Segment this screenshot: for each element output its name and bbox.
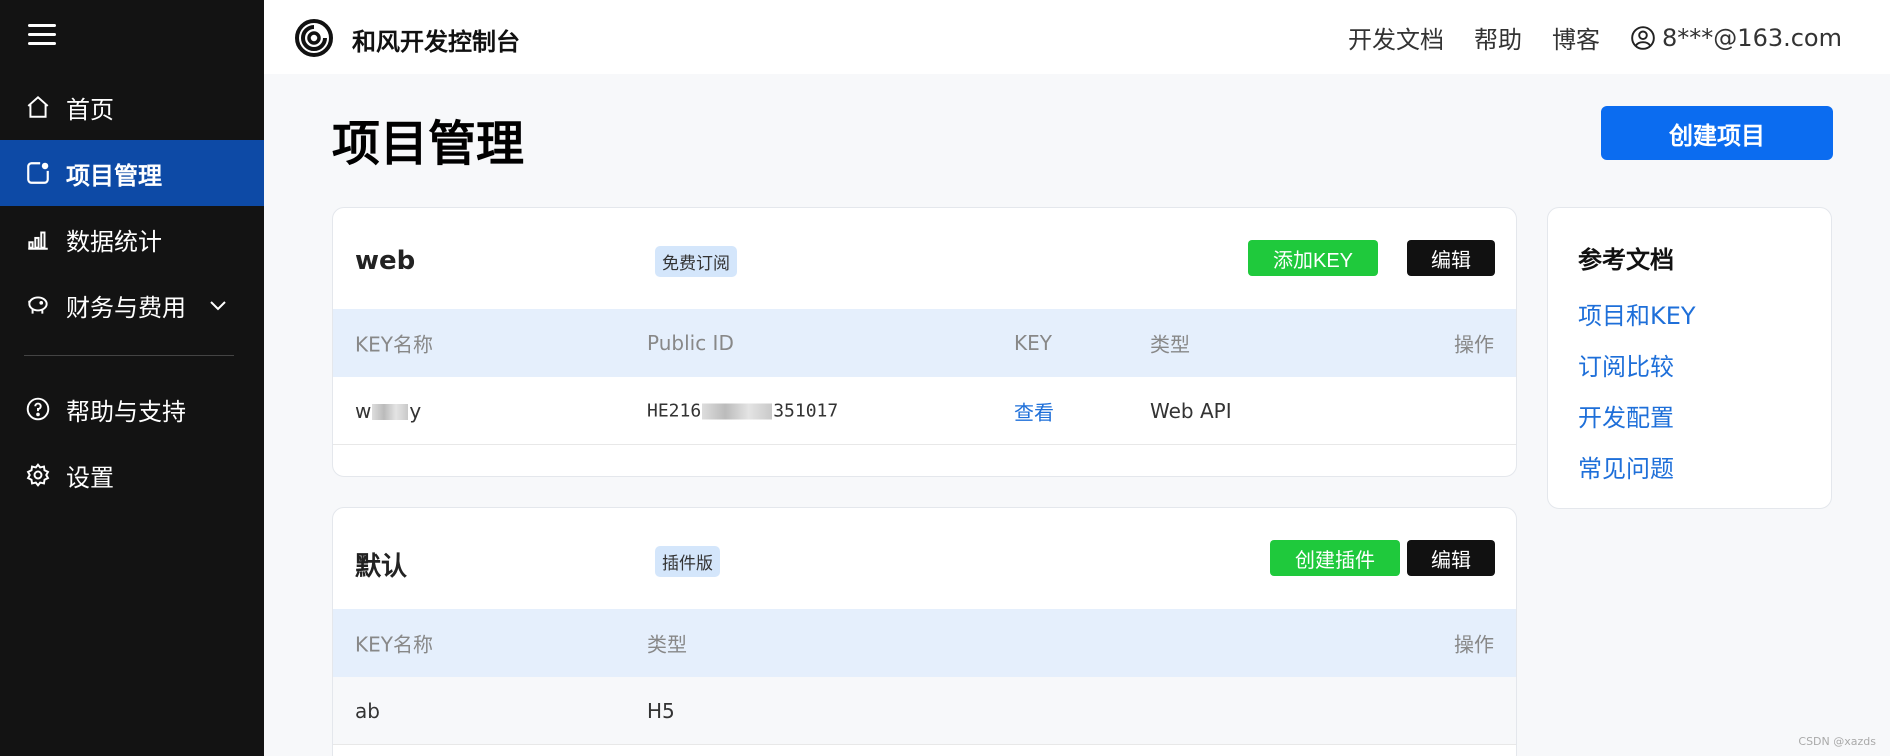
project-name: 默认 bbox=[355, 552, 408, 582]
table-row: wy HE216 351017 查看 Web API bbox=[333, 377, 1516, 445]
project-icon bbox=[24, 159, 52, 187]
type-cell: H5 bbox=[647, 698, 675, 723]
sidebar-item-label: 首页 bbox=[66, 95, 114, 124]
nav-link-docs[interactable]: 开发文档 bbox=[1348, 20, 1444, 55]
nav-link-blog[interactable]: 博客 bbox=[1552, 20, 1600, 55]
redacted-mask bbox=[702, 403, 773, 419]
key-name-prefix: w bbox=[355, 398, 372, 423]
table-header: KEY名称 Public ID KEY 类型 操作 bbox=[333, 309, 1516, 377]
column-header: 操作 bbox=[1454, 632, 1494, 657]
sidebar-item-finance[interactable]: 财务与费用 bbox=[0, 272, 264, 338]
sidebar-item-projects[interactable]: 项目管理 bbox=[0, 140, 264, 206]
project-card-web: web 免费订阅 添加KEY 编辑 KEY名称 Public ID KEY 类型… bbox=[332, 207, 1517, 477]
sidebar: 首页 项目管理 数据统计 财务与费用 帮助与支持 设置 bbox=[0, 0, 264, 756]
gear-icon bbox=[24, 461, 52, 489]
sidebar-divider bbox=[24, 355, 234, 356]
brand-title: 和风开发控制台 bbox=[352, 28, 520, 56]
column-header: 类型 bbox=[647, 632, 687, 657]
table-header: KEY名称 类型 操作 bbox=[333, 609, 1516, 677]
sidebar-item-label: 项目管理 bbox=[66, 161, 162, 190]
column-header: 操作 bbox=[1454, 332, 1494, 357]
sidebar-item-help[interactable]: 帮助与支持 bbox=[0, 376, 264, 442]
ref-link-faq[interactable]: 常见问题 bbox=[1578, 449, 1674, 484]
key-name-cell: ab bbox=[355, 698, 380, 723]
stats-icon[interactable] bbox=[1516, 398, 1517, 424]
type-cell: Web API bbox=[1150, 398, 1232, 423]
chevron-down-icon[interactable] bbox=[206, 293, 230, 317]
key-name-suffix: y bbox=[409, 398, 422, 423]
ref-link-subscription-compare[interactable]: 订阅比较 bbox=[1578, 347, 1674, 382]
menu-icon[interactable] bbox=[28, 24, 56, 48]
table-row: ab H5 bbox=[333, 677, 1516, 745]
reference-panel: 参考文档 项目和KEY 订阅比较 开发配置 常见问题 bbox=[1547, 207, 1832, 509]
sidebar-item-label: 帮助与支持 bbox=[66, 397, 186, 426]
edit-icon[interactable] bbox=[1516, 398, 1517, 424]
sidebar-item-statistics[interactable]: 数据统计 bbox=[0, 206, 264, 272]
plan-badge: 插件版 bbox=[655, 546, 720, 577]
ref-link-dev-config[interactable]: 开发配置 bbox=[1578, 398, 1674, 433]
watermark: CSDN @xazds bbox=[1798, 735, 1876, 748]
redacted-mask bbox=[372, 404, 409, 420]
help-icon bbox=[24, 395, 52, 423]
column-header: KEY bbox=[1014, 331, 1052, 355]
column-header: Public ID bbox=[647, 331, 734, 355]
edit-icon[interactable] bbox=[1516, 698, 1517, 724]
public-id-cell: HE216 351017 bbox=[647, 400, 838, 421]
user-icon bbox=[1631, 25, 1655, 50]
column-header: 类型 bbox=[1150, 332, 1190, 357]
create-project-button[interactable]: 创建项目 bbox=[1601, 106, 1833, 160]
reference-title: 参考文档 bbox=[1578, 246, 1674, 274]
add-key-button[interactable]: 添加KEY bbox=[1248, 240, 1378, 276]
user-email: 8***@163.com bbox=[1662, 23, 1842, 52]
sidebar-item-label: 财务与费用 bbox=[66, 293, 186, 322]
subscription-badge: 免费订阅 bbox=[655, 246, 737, 277]
edit-project-button[interactable]: 编辑 bbox=[1407, 540, 1495, 576]
public-id-suffix: 351017 bbox=[773, 400, 839, 421]
bar-chart-icon bbox=[24, 225, 52, 253]
create-plugin-button[interactable]: 创建插件 bbox=[1270, 540, 1400, 576]
piggy-bank-icon bbox=[24, 291, 52, 319]
project-card-default: 默认 插件版 创建插件 编辑 KEY名称 类型 操作 ab H5 bbox=[332, 507, 1517, 756]
topbar: 和风开发控制台 开发文档 帮助 博客 8***@163.com bbox=[264, 0, 1890, 74]
sidebar-item-home[interactable]: 首页 bbox=[0, 74, 264, 140]
page-title: 项目管理 bbox=[332, 116, 525, 172]
home-icon bbox=[24, 93, 52, 121]
ref-link-project-key[interactable]: 项目和KEY bbox=[1578, 296, 1696, 331]
code-icon[interactable] bbox=[1516, 698, 1517, 724]
sidebar-item-settings[interactable]: 设置 bbox=[0, 442, 264, 508]
user-menu[interactable]: 8***@163.com bbox=[1630, 24, 1842, 52]
column-header: KEY名称 bbox=[355, 632, 433, 657]
top-nav: 开发文档 帮助 博客 8***@163.com bbox=[1318, 20, 1842, 55]
edit-project-button[interactable]: 编辑 bbox=[1407, 240, 1495, 276]
key-name-cell: wy bbox=[355, 399, 421, 423]
logo-icon bbox=[295, 19, 333, 57]
public-id-prefix: HE216 bbox=[647, 400, 702, 421]
nav-link-help[interactable]: 帮助 bbox=[1474, 20, 1522, 55]
column-header: KEY名称 bbox=[355, 332, 433, 357]
view-key-link[interactable]: 查看 bbox=[1014, 396, 1054, 425]
project-name: web bbox=[355, 246, 416, 276]
sidebar-item-label: 数据统计 bbox=[66, 227, 162, 256]
sidebar-item-label: 设置 bbox=[66, 463, 114, 492]
